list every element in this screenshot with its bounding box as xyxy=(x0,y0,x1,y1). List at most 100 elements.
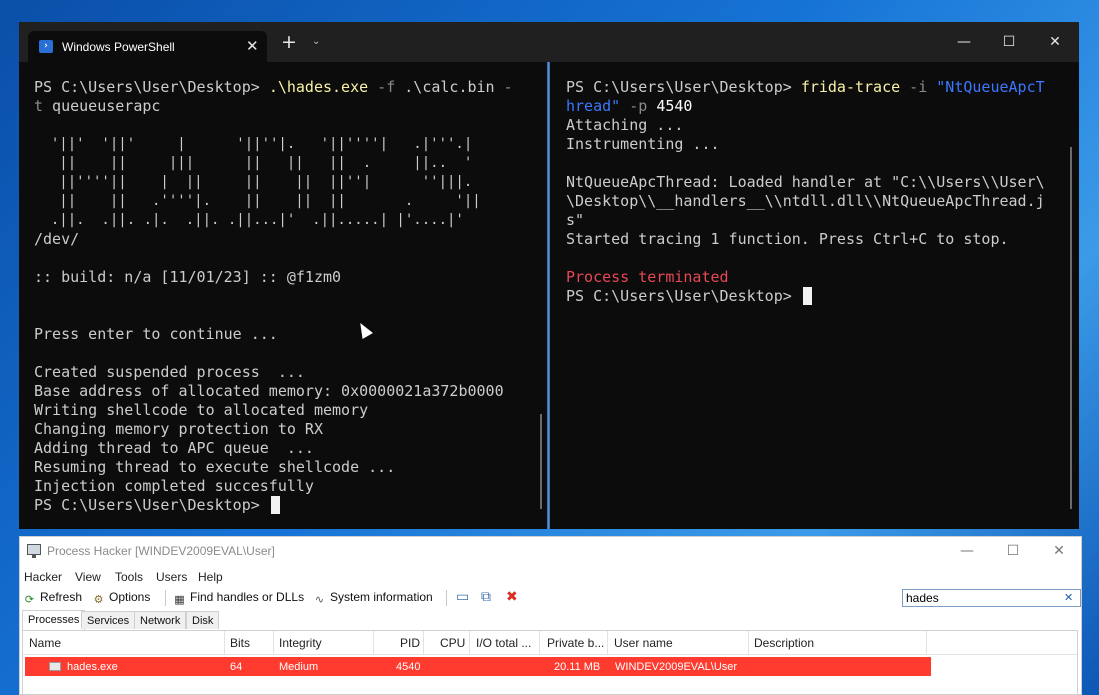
column-bits[interactable]: Bits xyxy=(230,636,250,650)
column-description[interactable]: Description xyxy=(754,636,814,650)
close-button[interactable]: ✕ xyxy=(1049,542,1069,560)
find-window-icon[interactable]: ⧉ xyxy=(481,589,491,605)
tab-close-icon[interactable]: ✕ xyxy=(246,37,259,55)
command-string: hread" xyxy=(566,97,621,115)
handler-line: s" xyxy=(566,211,585,229)
started-tracing-text: Started tracing 1 function. Press Ctrl+C… xyxy=(566,230,1009,248)
menu-tools[interactable]: Tools xyxy=(115,570,143,584)
left-terminal-pane[interactable]: PS C:\Users\User\Desktop> .\hades.exe -f… xyxy=(19,62,547,529)
cell-name: hades.exe xyxy=(67,661,118,673)
output-line: Base address of allocated memory: 0x0000… xyxy=(34,382,504,400)
prompt-text: PS C:\Users\User\Desktop> xyxy=(34,496,269,514)
command-flag: t xyxy=(34,97,44,115)
instrumenting-text: Instrumenting ... xyxy=(566,135,720,153)
terminal-window: › Windows PowerShell ✕ + ⌄ — ☐ ✕ PS C:\U… xyxy=(19,22,1079,529)
command-flag: -p xyxy=(620,97,657,115)
output-line: Writing shellcode to allocated memory xyxy=(34,401,369,419)
system-information-button[interactable]: ∿ System information xyxy=(313,590,433,606)
options-label: Options xyxy=(109,590,151,604)
new-tab-button[interactable]: + xyxy=(281,33,297,52)
table-header: Name Bits Integrity PID CPU I/O total ..… xyxy=(23,631,1077,655)
command-line-wrap: hread" -p 4540 xyxy=(566,97,1079,116)
command-line: PS C:\Users\User\Desktop> frida-trace -i… xyxy=(566,78,1079,97)
options-button[interactable]: ⚙ Options xyxy=(92,590,151,606)
command-string: "NtQueueApcT xyxy=(936,78,1045,96)
left-pane-scrollbar[interactable] xyxy=(540,414,542,509)
refresh-label: Refresh xyxy=(40,590,83,604)
window-icon[interactable]: ▭ xyxy=(456,589,469,605)
kill-process-icon[interactable]: ✖ xyxy=(506,589,518,605)
ascii-art-line: .||. .||. .|. .||. .||...|' .||.....| |'… xyxy=(34,212,464,228)
text-cursor xyxy=(802,287,812,305)
command-pid: 4540 xyxy=(656,97,693,115)
command-flag: -i xyxy=(900,78,937,96)
right-pane-scrollbar[interactable] xyxy=(1070,147,1072,509)
tab-title: Windows PowerShell xyxy=(62,40,175,54)
clear-search-icon[interactable]: ✕ xyxy=(1064,590,1073,606)
cell-user-name: WINDEV2009EVAL\User xyxy=(615,661,738,673)
ascii-tag: /dev/ xyxy=(34,230,80,248)
column-name[interactable]: Name xyxy=(29,636,61,650)
table-row[interactable]: hades.exe 64 Medium 4540 20.11 MB WINDEV… xyxy=(25,657,931,676)
monitor-icon xyxy=(27,544,41,558)
minimize-button[interactable]: — xyxy=(957,542,977,560)
build-info: :: build: n/a [11/01/23] :: @f1zm0 xyxy=(34,268,342,286)
chart-icon: ∿ xyxy=(314,593,325,606)
press-enter-text: Press enter to continue ... xyxy=(34,325,278,343)
find-handles-label: Find handles or DLLs xyxy=(190,590,305,604)
final-prompt: PS C:\Users\User\Desktop> xyxy=(34,496,547,515)
attaching-text: Attaching ... xyxy=(566,116,684,134)
prompt-text: PS C:\Users\User\Desktop> xyxy=(34,78,269,96)
column-integrity[interactable]: Integrity xyxy=(279,636,322,650)
process-terminated-text: Process terminated xyxy=(566,268,729,286)
search-input[interactable]: hades xyxy=(902,589,1081,607)
column-io-total[interactable]: I/O total ... xyxy=(476,636,531,650)
maximize-button[interactable]: ☐ xyxy=(999,32,1019,52)
output-line: Injection completed succesfully xyxy=(34,477,314,495)
system-info-label: System information xyxy=(330,590,433,604)
cell-pid: 4540 xyxy=(396,661,421,673)
tab-disk[interactable]: Disk xyxy=(186,611,220,629)
cell-bits: 64 xyxy=(230,661,243,673)
ascii-art-line: '||' '||' | '||''|. '||''''| .|'''.| xyxy=(34,136,473,152)
output-line: Created suspended process ... xyxy=(34,363,305,381)
column-private-bytes[interactable]: Private b... xyxy=(547,636,604,650)
column-pid[interactable]: PID xyxy=(400,636,420,650)
refresh-icon: ⟳ xyxy=(24,593,35,606)
handler-line: \Desktop\\__handlers__\\ntdll.dll\\NtQue… xyxy=(566,192,1045,210)
output-line: Resuming thread to execute shellcode ... xyxy=(34,458,396,476)
cell-integrity: Medium xyxy=(279,661,319,673)
output-line: Adding thread to APC queue ... xyxy=(34,439,314,457)
handler-line: NtQueueApcThread: Loaded handler at "C:\… xyxy=(566,173,1045,191)
chevron-down-icon[interactable]: ⌄ xyxy=(312,36,320,48)
menu-help[interactable]: Help xyxy=(198,570,223,584)
terminal-titlebar: › Windows PowerShell ✕ + ⌄ — ☐ ✕ xyxy=(19,22,1079,62)
powershell-icon: › xyxy=(39,40,53,53)
refresh-button[interactable]: ⟳ Refresh xyxy=(23,590,82,606)
tab-services[interactable]: Services xyxy=(81,611,136,629)
prompt-text: PS C:\Users\User\Desktop> xyxy=(566,287,801,305)
column-user-name[interactable]: User name xyxy=(614,636,673,650)
command-arg: .\calc.bin xyxy=(395,78,504,96)
menu-users[interactable]: Users xyxy=(156,570,187,584)
command-flag: - xyxy=(503,78,513,96)
column-cpu[interactable]: CPU xyxy=(440,636,465,650)
menu-hacker[interactable]: Hacker xyxy=(24,570,62,584)
tab-windows-powershell[interactable]: › Windows PowerShell ✕ xyxy=(28,31,267,62)
cell-private-bytes: 20.11 MB xyxy=(554,661,601,673)
tab-processes[interactable]: Processes xyxy=(22,610,86,630)
find-handles-button[interactable]: ▦ Find handles or DLLs xyxy=(173,590,304,606)
right-terminal-pane[interactable]: PS C:\Users\User\Desktop> frida-trace -i… xyxy=(550,62,1079,529)
maximize-button[interactable]: ☐ xyxy=(1003,542,1023,560)
close-button[interactable]: ✕ xyxy=(1045,32,1065,52)
process-icon xyxy=(49,662,61,671)
command-exe: frida-trace xyxy=(800,78,901,96)
process-hacker-window: Process Hacker [WINDEV2009EVAL\User] — ☐… xyxy=(19,536,1082,695)
process-hacker-titlebar: Process Hacker [WINDEV2009EVAL\User] — ☐… xyxy=(20,537,1081,565)
prompt-text: PS C:\Users\User\Desktop> xyxy=(566,78,801,96)
text-cursor xyxy=(270,496,280,514)
binoculars-icon: ▦ xyxy=(174,593,185,606)
minimize-button[interactable]: — xyxy=(954,32,974,52)
menu-view[interactable]: View xyxy=(75,570,101,584)
tab-network[interactable]: Network xyxy=(134,611,187,629)
